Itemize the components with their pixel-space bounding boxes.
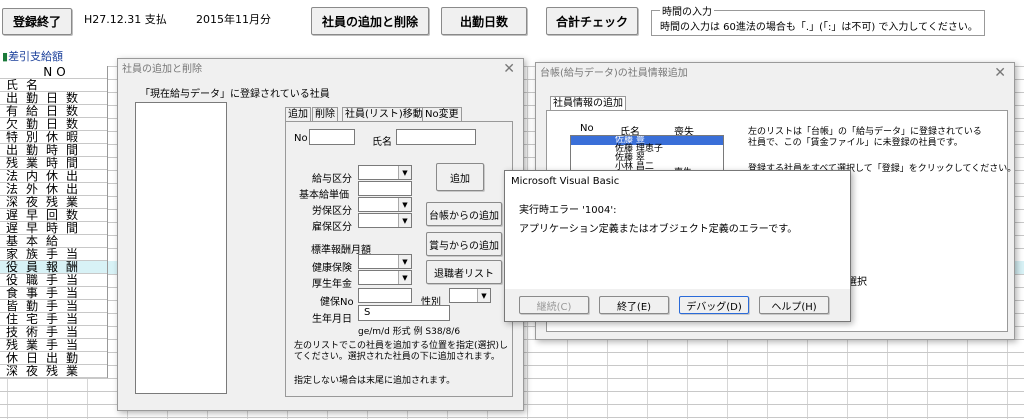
row-label[interactable]: 法外休出 xyxy=(0,183,107,196)
ledger-desc-1: 左のリストは「台帳」の「給与データ」に登録されている社員で、この「賃金ファイル」… xyxy=(748,127,982,148)
row-label[interactable]: 役員報酬 xyxy=(0,261,107,274)
row-label[interactable]: 基本給 xyxy=(0,235,107,248)
error-dialog-title: Microsoft Visual Basic xyxy=(505,171,850,193)
tab-no-change[interactable]: No変更 xyxy=(422,107,462,121)
tab-employee-add[interactable]: 社員情報の追加 xyxy=(550,96,626,110)
time-input-title: 時間の入力 xyxy=(660,3,714,18)
total-check-button[interactable]: 合計チェック xyxy=(546,7,638,35)
row-label[interactable]: 残業時間 xyxy=(0,157,107,170)
health-no-field[interactable] xyxy=(358,288,412,303)
health-ins-select[interactable]: ▼ xyxy=(358,254,412,269)
base-pay-label: 基本給単価 xyxy=(299,190,349,201)
deduction-link[interactable]: ▮差引支給額 xyxy=(2,48,63,64)
pay-type-label: 給与区分 xyxy=(312,174,352,185)
retired-list-button[interactable]: 退職者リスト xyxy=(426,260,502,284)
chevron-down-icon: ▼ xyxy=(398,271,411,284)
employee-list[interactable] xyxy=(135,102,227,394)
row-label[interactable]: 氏名 xyxy=(0,79,107,92)
base-pay-field[interactable] xyxy=(358,181,412,196)
row-label[interactable]: 法内休出 xyxy=(0,170,107,183)
attendance-days-button[interactable]: 出勤日数 xyxy=(441,7,527,35)
row-label[interactable]: 休日出勤 xyxy=(0,352,107,365)
end-registration-button[interactable]: 登録終了 xyxy=(2,8,72,35)
row-label[interactable]: 家族手当 xyxy=(0,248,107,261)
col-no: No xyxy=(580,123,594,134)
error-message: アプリケーション定義またはオブジェクト定義のエラーです。 xyxy=(519,224,798,235)
column-header-no[interactable]: NO xyxy=(0,66,107,79)
no-field[interactable] xyxy=(309,129,355,145)
no-label: No xyxy=(294,133,308,144)
labor-ins-select[interactable]: ▼ xyxy=(358,197,412,212)
employ-ins-select[interactable]: ▼ xyxy=(358,213,412,228)
row-label[interactable]: 皆勤手当 xyxy=(0,300,107,313)
help-text-1: 左のリストでこの社員を追加する位置を指定(選択)してください。選択された社員の下… xyxy=(294,341,509,362)
add-button[interactable]: 追加 xyxy=(436,163,484,191)
labor-ins-label: 労保区分 xyxy=(312,206,352,217)
row-label[interactable]: 出勤時間 xyxy=(0,144,107,157)
row-label[interactable]: 欠勤日数 xyxy=(0,118,107,131)
row-label[interactable]: 深夜残業 xyxy=(0,365,107,378)
end-button[interactable]: 終了(E) xyxy=(599,296,669,314)
name-field[interactable] xyxy=(396,129,476,145)
employ-ins-label: 雇保区分 xyxy=(312,222,352,233)
dialog-title: 社員の追加と削除 xyxy=(122,64,202,75)
pension-select[interactable]: ▼ xyxy=(358,270,412,285)
row-label[interactable]: 有給日数 xyxy=(0,105,107,118)
row-label[interactable]: 深夜残業 xyxy=(0,196,107,209)
close-icon[interactable]: ✕ xyxy=(503,61,515,77)
gender-select[interactable]: ▼ xyxy=(449,288,491,303)
row-labels: NO 氏名 出勤日数 有給日数 欠勤日数 特別休暇 出勤時間 残業時間 法内休出 法外休出 深夜残業… xyxy=(0,66,108,378)
ledger-dialog-title: 台帳(給与データ)の社員情報追加 xyxy=(540,68,688,79)
birth-label: 生年月日 xyxy=(312,314,352,325)
add-from-ledger-button[interactable]: 台帳からの追加 xyxy=(426,202,502,226)
birth-field[interactable]: S xyxy=(358,305,450,321)
payment-date: H27.12.31 支払 xyxy=(84,13,167,26)
row-label[interactable]: 役職手当 xyxy=(0,274,107,287)
add-from-bonus-button[interactable]: 賞与からの追加 xyxy=(426,232,502,256)
add-delete-dialog: 社員の追加と削除 ✕ 「現在給与データ」に登録されている社員 追加 削除 社員(… xyxy=(117,58,524,411)
help-button[interactable]: ヘルプ(H) xyxy=(759,296,829,314)
row-label[interactable]: 遅早回数 xyxy=(0,209,107,222)
row-label[interactable]: 技術手当 xyxy=(0,326,107,339)
health-no-label: 健保No xyxy=(320,297,354,308)
debug-button[interactable]: デバッグ(D) xyxy=(679,296,749,314)
health-ins-label: 健康保険 xyxy=(312,263,352,274)
birth-format-hint: ge/m/d 形式 例 S38/8/6 xyxy=(358,327,461,337)
chevron-down-icon: ▼ xyxy=(398,255,411,268)
chevron-down-icon: ▼ xyxy=(398,214,411,227)
row-label[interactable]: 残業手当 xyxy=(0,339,107,352)
time-input-note: 時間の入力は 60進法の場合も「.」(「:」は不可) で入力してください。 xyxy=(660,22,978,33)
list-caption: 「現在給与データ」に登録されている社員 xyxy=(140,89,330,100)
month-label: 2015年11月分 xyxy=(196,13,271,26)
error-dialog: Microsoft Visual Basic 実行時エラー '1004': アプ… xyxy=(504,170,851,322)
name-label: 氏名 xyxy=(372,137,392,148)
chevron-down-icon: ▼ xyxy=(477,289,490,302)
ledger-employee-list[interactable]: 佐藤 豊 佐藤 理恵子 佐藤 翠 小林 昌二 xyxy=(570,135,724,173)
help-text-2: 指定しない場合は末尾に追加されます。 xyxy=(294,376,456,386)
row-label[interactable]: 食事手当 xyxy=(0,287,107,300)
add-delete-employee-button[interactable]: 社員の追加と削除 xyxy=(311,7,429,35)
row-label[interactable]: 遅早時間 xyxy=(0,222,107,235)
list-item[interactable]: 佐藤 理恵子 xyxy=(571,145,723,154)
continue-button: 継続(C) xyxy=(519,296,589,314)
chevron-down-icon: ▼ xyxy=(398,166,411,179)
pension-label: 厚生年金 xyxy=(312,279,352,290)
tab-add[interactable]: 追加 xyxy=(285,107,311,121)
pay-type-select[interactable]: ▼ xyxy=(358,165,412,180)
close-icon[interactable]: ✕ xyxy=(994,65,1006,81)
row-label[interactable]: 住宅手当 xyxy=(0,313,107,326)
chevron-down-icon: ▼ xyxy=(398,198,411,211)
row-label[interactable]: 特別休暇 xyxy=(0,131,107,144)
error-code: 実行時エラー '1004': xyxy=(519,205,617,216)
tab-move[interactable]: 社員(リスト)移動 xyxy=(342,107,426,121)
tab-delete[interactable]: 削除 xyxy=(312,107,338,121)
row-label[interactable]: 出勤日数 xyxy=(0,92,107,105)
time-input-groupbox: 時間の入力 時間の入力は 60進法の場合も「.」(「:」は不可) で入力してくだ… xyxy=(651,3,985,36)
